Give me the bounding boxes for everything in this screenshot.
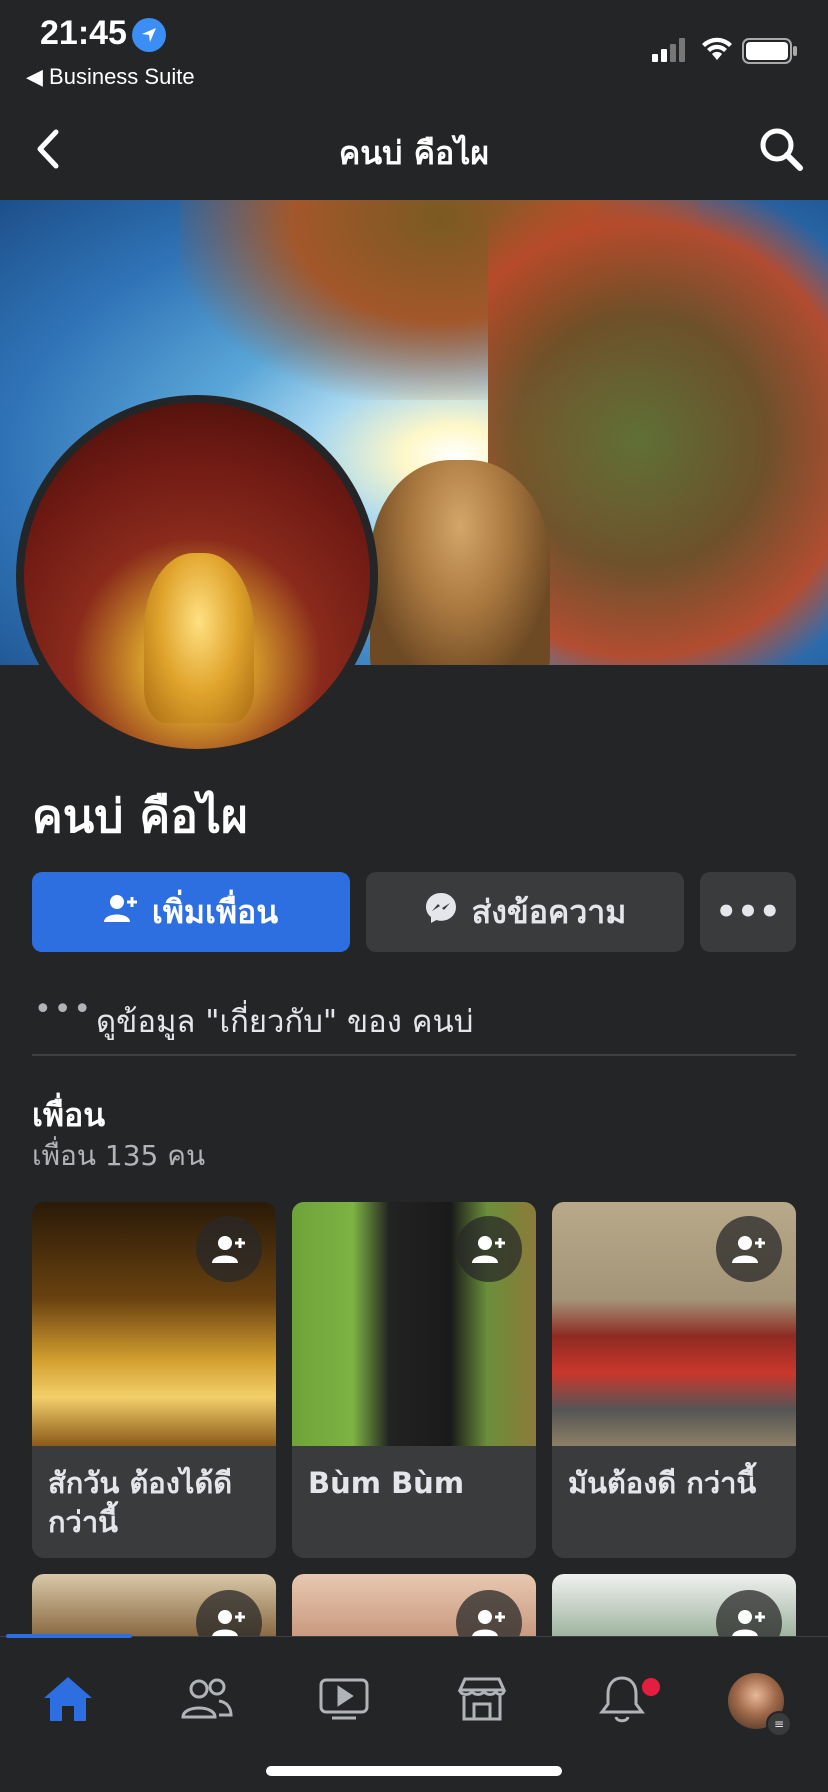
cover-statue	[370, 460, 550, 665]
friends-icon	[181, 1677, 233, 1725]
friend-card-partial[interactable]	[552, 1574, 796, 1636]
profile-picture[interactable]	[16, 395, 378, 757]
add-friend-label: เพิ่มเพื่อน	[151, 892, 279, 931]
nav-header: คนบ่ คือไผ	[0, 100, 828, 200]
wifi-icon	[700, 34, 734, 66]
friend-name: สักวัน ต้องได้ดี กว่านี้	[48, 1466, 233, 1540]
tab-friends[interactable]	[167, 1661, 247, 1741]
friend-card[interactable]: สักวัน ต้องได้ดี กว่านี้	[32, 1202, 276, 1558]
add-friend-icon	[103, 893, 138, 931]
search-icon[interactable]	[758, 126, 804, 172]
profile-picture-image	[24, 403, 370, 749]
friend-card-partial[interactable]	[292, 1574, 536, 1636]
battery-icon	[742, 38, 798, 68]
buddha-statue-image	[144, 553, 254, 723]
tab-watch[interactable]	[304, 1661, 384, 1741]
about-link-label: ดูข้อมูล "เกี่ยวกับ" ของ คนบ่	[96, 1004, 474, 1040]
status-time: 21:45	[40, 14, 127, 52]
back-to-app-link[interactable]: ◀ Business Suite	[26, 64, 195, 90]
friend-name: Bùm Bùm	[308, 1466, 465, 1500]
home-indicator	[266, 1766, 562, 1776]
more-options-button[interactable]: •••	[700, 872, 796, 952]
friend-card[interactable]: Bùm Bùm	[292, 1202, 536, 1558]
watch-icon	[318, 1677, 370, 1725]
add-friend-icon[interactable]	[196, 1590, 262, 1636]
add-friend-icon[interactable]	[456, 1216, 522, 1282]
cellular-signal-icon	[652, 38, 688, 66]
notification-badge	[642, 1678, 660, 1696]
menu-lines-icon: ≡	[766, 1711, 792, 1737]
friends-count: เพื่อน 135 คน	[32, 1139, 206, 1172]
friend-name: มันต้องดี กว่านี้	[568, 1466, 757, 1500]
notifications-icon	[596, 1674, 660, 1728]
friend-card[interactable]: มันต้องดี กว่านี้	[552, 1202, 796, 1558]
tab-profile-menu[interactable]: ≡	[716, 1661, 796, 1741]
tab-home[interactable]	[28, 1661, 108, 1741]
add-friend-button[interactable]: เพิ่มเพื่อน	[32, 872, 350, 952]
friend-card-partial[interactable]	[32, 1574, 276, 1636]
message-label: ส่งข้อความ	[471, 892, 627, 931]
add-friend-icon[interactable]	[716, 1590, 782, 1636]
profile-name: คนบ่ คือไผ	[32, 789, 248, 843]
add-friend-icon[interactable]	[456, 1590, 522, 1636]
about-link[interactable]: ••• ดูข้อมูล "เกี่ยวกับ" ของ คนบ่	[32, 984, 796, 1056]
profile-menu-icon: ≡	[728, 1673, 792, 1737]
message-button[interactable]: ส่งข้อความ	[366, 872, 684, 952]
page-title: คนบ่ คือไผ	[338, 134, 490, 172]
add-friend-icon[interactable]	[196, 1216, 262, 1282]
status-bar: 21:45 ◀ Business Suite	[0, 0, 828, 100]
tab-notifications[interactable]	[582, 1661, 662, 1741]
marketplace-icon	[456, 1676, 508, 1726]
loading-progress-bar	[6, 1634, 132, 1638]
tab-marketplace[interactable]	[442, 1661, 522, 1741]
more-dots-icon: •••	[715, 892, 781, 932]
location-arrow-icon	[132, 18, 166, 52]
more-dots-icon: •••	[34, 992, 94, 1027]
messenger-icon	[424, 891, 458, 933]
home-icon	[42, 1674, 94, 1728]
add-friend-icon[interactable]	[716, 1216, 782, 1282]
